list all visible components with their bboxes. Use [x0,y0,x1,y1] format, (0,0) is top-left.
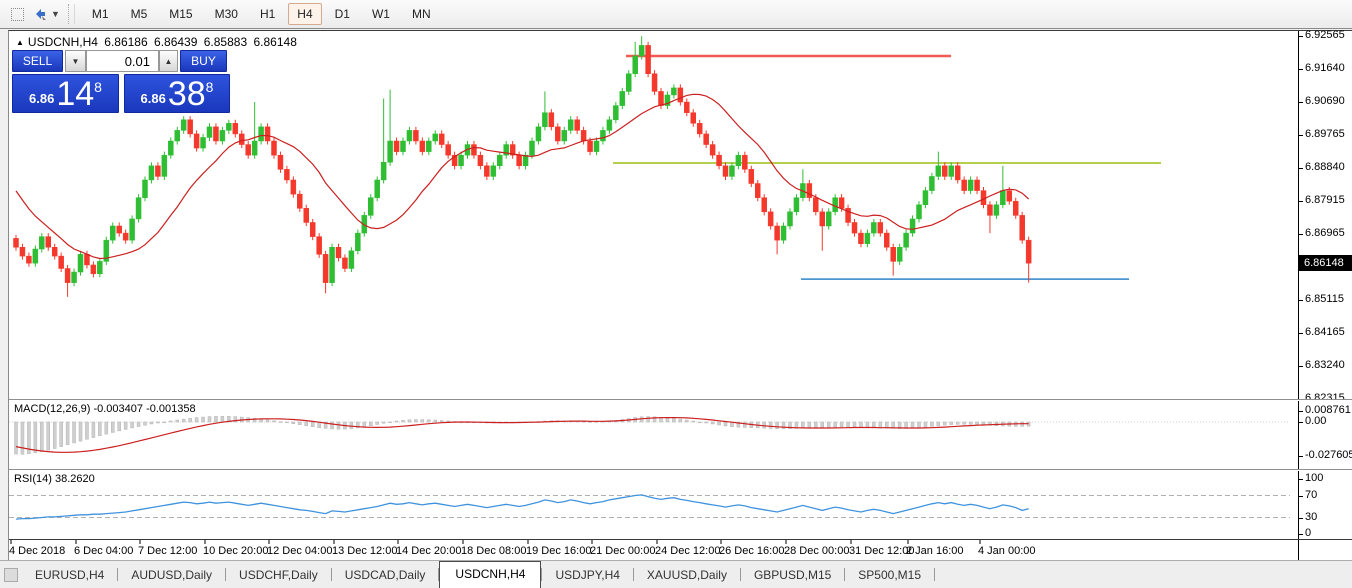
time-axis-label: 2 Jan 16:00 [906,545,964,557]
time-axis-label: 12 Dec 04:00 [267,545,332,557]
buy-price-box[interactable]: 6.86388 [124,74,230,113]
timeframe-button-m5[interactable]: M5 [122,3,157,25]
tab-usdcad-daily[interactable]: USDCAD,Daily [332,563,439,588]
timeframe-button-h4[interactable]: H4 [288,3,321,25]
price-axis[interactable]: 6.86148 6.92565 6.91640 6.90690 6.89765 6.88… [1298,31,1352,560]
buy-price-sup: 8 [206,79,214,95]
time-axis-label: 7 Dec 12:00 [138,545,197,557]
tab-audusd-daily[interactable]: AUDUSD,Daily [118,563,225,588]
time-axis-label: 21 Dec 00:00 [590,545,655,557]
pane-divider-highlight [9,400,1352,401]
one-click-trading-panel: SELL ▼ ▲ BUY 6.86148 6.86388 [12,50,232,132]
timeframe-button-h1[interactable]: H1 [251,3,284,25]
price-axis-label: 6.85115 [1305,293,1344,305]
chart-tab-bar: EURUSD,H4AUDUSD,DailyUSDCHF,DailyUSDCAD,… [0,560,1352,588]
sell-price-box[interactable]: 6.86148 [12,74,119,113]
timeframe-button-w1[interactable]: W1 [363,3,399,25]
selection-rectangle-icon[interactable] [7,4,27,24]
ohlc-high: 6.86439 [154,35,197,49]
price-axis-label: 6.86965 [1305,227,1345,239]
lot-increase-button[interactable]: ▲ [159,50,178,72]
current-price-tag: 6.86148 [1299,255,1352,271]
sell-price-big: 14 [56,78,94,110]
time-axis-label: 18 Dec 08:00 [461,545,526,557]
time-axis-label: 24 Dec 12:00 [655,545,720,557]
chart-frame: 4 Dec 2018 6 Dec 04:00 7 Dec 12:00 10 Dec 2… [8,30,1352,560]
time-axis-label: 26 Dec 16:00 [719,545,784,557]
trading-platform-window: ▼ M1M5M15M30H1H4D1W1MN 4 Dec 2018 6 Dec 0… [0,0,1352,588]
ohlc-low: 6.85883 [204,35,247,49]
time-axis-label: 4 Dec 2018 [9,545,65,557]
price-axis-label: 6.87915 [1305,194,1345,206]
rsi-axis-label: 0 [1305,527,1311,539]
rsi-axis-label: 70 [1305,489,1317,501]
buy-price-big: 38 [168,78,206,110]
tile-windows-icon[interactable] [31,4,51,24]
tab-eurusd-h4[interactable]: EURUSD,H4 [22,563,117,588]
price-axis-label: 6.82315 [1305,392,1345,404]
timeframe-button-group: M1M5M15M30H1H4D1W1MN [81,3,442,25]
time-axis-label: 31 Dec 12:00 [849,545,914,557]
toolbar-separator [68,4,75,24]
rsi-label: RSI(14) 38.2620 [14,473,95,485]
sell-button[interactable]: SELL [12,50,63,72]
tab-usdchf-daily[interactable]: USDCHF,Daily [226,563,331,588]
dropdown-caret-icon[interactable]: ▼ [51,9,60,19]
chart-symbol-label: USDCNH,H4 [28,35,98,49]
tab-xauusd-daily[interactable]: XAUUSD,Daily [634,563,740,588]
rsi-axis-label: 30 [1305,511,1317,523]
lot-size-input[interactable] [86,50,159,72]
lot-decrease-button[interactable]: ▼ [65,50,86,72]
tab-usdcnh-h4[interactable]: USDCNH,H4 [439,561,541,588]
time-axis-label: 13 Dec 12:00 [332,545,397,557]
price-axis-label: 6.92565 [1305,29,1345,41]
timeframe-button-m1[interactable]: M1 [83,3,118,25]
tab-gbpusd-m15[interactable]: GBPUSD,M15 [741,563,844,588]
time-axis-label: 19 Dec 16:00 [526,545,591,557]
toolbar: ▼ M1M5M15M30H1H4D1W1MN [0,0,1352,29]
timeframe-button-m15[interactable]: M15 [160,3,201,25]
tab-sp500-m15[interactable]: SP500,M15 [845,563,934,588]
price-axis-label: 6.90690 [1305,95,1345,107]
buy-button[interactable]: BUY [180,50,227,72]
time-axis-label: 10 Dec 20:00 [203,545,268,557]
chart-title: ▲ USDCNH,H4 6.86186 6.86439 6.85883 6.861… [16,35,300,49]
price-axis-label: 6.89765 [1305,128,1345,140]
sell-price-base: 6.86 [29,91,54,106]
macd-label: MACD(12,26,9) -0.003407 -0.001358 [14,403,196,415]
ohlc-open: 6.86186 [104,35,147,49]
ohlc-close: 6.86148 [253,35,296,49]
buy-price-base: 6.86 [141,91,166,106]
price-axis-label: 6.91640 [1305,62,1345,74]
timeframe-button-d1[interactable]: D1 [326,3,359,25]
price-axis-label: 6.84165 [1305,326,1345,338]
sell-price-sup: 8 [94,79,102,95]
macd-axis-label: -0.027605 [1305,449,1352,461]
time-axis-label: 14 Dec 20:00 [396,545,461,557]
tab-usdjpy-h4[interactable]: USDJPY,H4 [542,563,632,588]
pane-divider-highlight [9,470,1352,471]
time-axis-line [9,539,1352,540]
macd-axis-label: 0.00 [1305,415,1326,427]
time-axis-label: 4 Jan 00:00 [978,545,1036,557]
timeframe-button-m30[interactable]: M30 [206,3,247,25]
timeframe-button-mn[interactable]: MN [403,3,440,25]
chart-list-icon[interactable] [4,568,18,582]
price-axis-label: 6.83240 [1305,359,1345,371]
time-axis-label: 6 Dec 04:00 [74,545,133,557]
rsi-axis-label: 100 [1305,472,1323,484]
time-axis-label: 28 Dec 00:00 [784,545,849,557]
price-axis-label: 6.88840 [1305,161,1345,173]
tab-separator [934,568,935,581]
one-click-collapse-icon[interactable]: ▲ [16,38,24,47]
